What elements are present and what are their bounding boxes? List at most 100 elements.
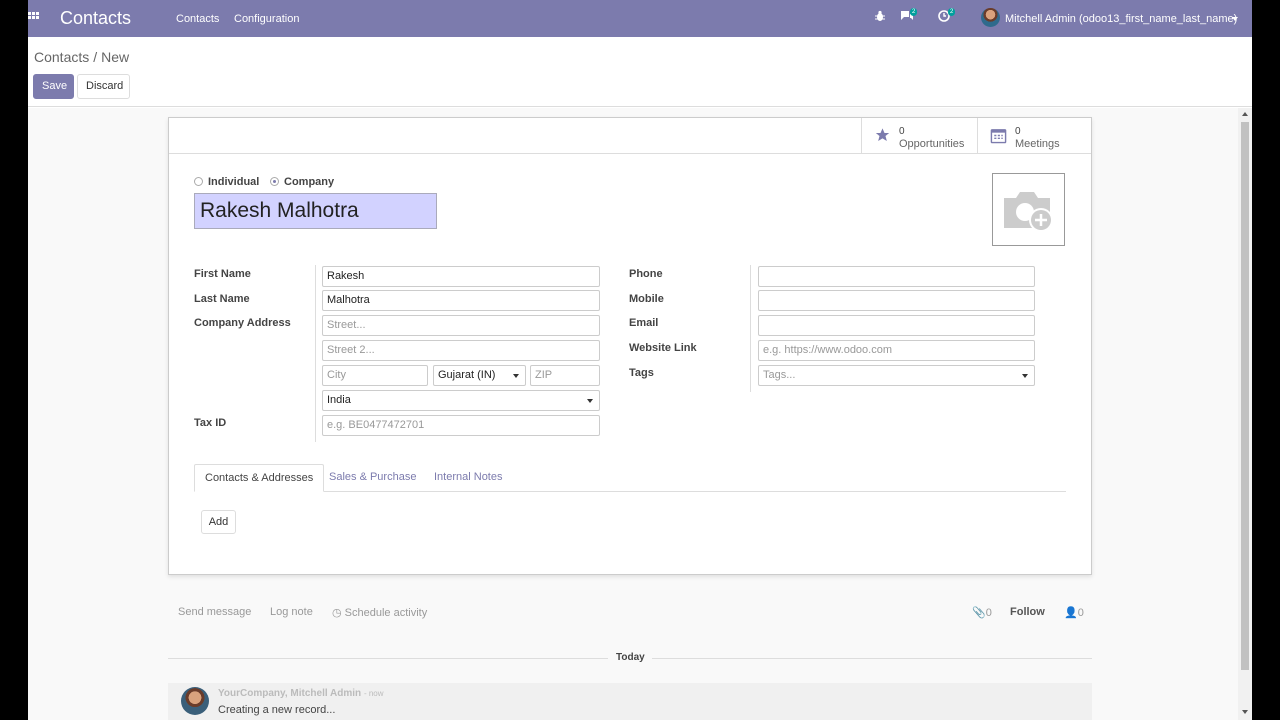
followers-button[interactable]: 👤0 <box>1064 606 1084 619</box>
meetings-button[interactable]: 0 Meetings <box>977 118 1091 153</box>
chatter-message: YourCompany, Mitchell Admin - now Creati… <box>168 683 1092 720</box>
mobile-input[interactable] <box>758 290 1035 311</box>
form-sheet: 0 Opportunities 0 Meetings Individual Co… <box>168 117 1092 575</box>
scroll-down-icon[interactable] <box>1242 710 1248 714</box>
save-button[interactable]: Save <box>33 74 74 99</box>
schedule-activity-label: Schedule activity <box>344 607 428 619</box>
camera-plus-icon <box>1004 192 1053 232</box>
calendar-icon <box>990 129 1007 144</box>
state-select[interactable]: Gujarat (IN) <box>433 365 526 386</box>
messages-icon[interactable]: 2 <box>900 8 918 26</box>
label-divider <box>315 265 316 442</box>
debug-bug-icon[interactable] <box>875 10 885 26</box>
clock-icon: ◷ <box>332 607 345 619</box>
company-radio[interactable]: Company <box>270 176 334 188</box>
user-avatar[interactable] <box>981 8 1000 27</box>
last-name-label: Last Name <box>194 293 250 305</box>
image-upload[interactable] <box>992 173 1065 246</box>
attachments-button[interactable]: 📎0 <box>972 606 992 619</box>
today-separator: Today <box>614 652 647 663</box>
author-avatar <box>181 687 209 715</box>
first-name-input[interactable]: Rakesh <box>322 266 600 287</box>
opportunities-label: Opportunities <box>899 138 965 150</box>
attachments-count: 0 <box>985 607 992 619</box>
tags-placeholder: Tags... <box>763 369 796 381</box>
radio-unchecked-icon <box>194 177 203 186</box>
discard-button[interactable]: Discard <box>77 74 130 99</box>
apps-menu-icon[interactable] <box>28 12 39 23</box>
individual-label: Individual <box>208 176 260 188</box>
smart-button-box: 0 Opportunities 0 Meetings <box>169 118 1091 154</box>
radio-checked-icon <box>270 177 279 186</box>
meetings-count: 0 <box>1015 126 1021 137</box>
tab-sales-purchase[interactable]: Sales & Purchase <box>319 464 426 492</box>
country-value: India <box>327 394 351 406</box>
chevron-down-icon <box>1022 374 1028 378</box>
activities-clock-icon[interactable]: 2 <box>938 8 956 26</box>
app-brand[interactable]: Contacts <box>60 8 131 29</box>
paperclip-icon: 📎 <box>972 607 986 619</box>
meetings-label: Meetings <box>1015 138 1060 150</box>
user-menu[interactable]: Mitchell Admin (odoo13_first_name_last_n… <box>1005 13 1237 25</box>
scroll-up-icon[interactable] <box>1242 112 1248 116</box>
state-value: Gujarat (IN) <box>438 369 496 381</box>
messages-badge: 2 <box>910 8 918 16</box>
star-icon <box>875 128 890 141</box>
phone-input[interactable] <box>758 266 1035 287</box>
website-input[interactable]: e.g. https://www.odoo.com <box>758 340 1035 361</box>
last-name-input[interactable]: Malhotra <box>322 290 600 311</box>
breadcrumb-separator: / <box>93 49 98 65</box>
opportunities-button[interactable]: 0 Opportunities <box>861 118 977 153</box>
label-divider <box>750 265 751 392</box>
log-note-button[interactable]: Log note <box>270 606 313 618</box>
street-input[interactable]: Street... <box>322 315 600 336</box>
mobile-label: Mobile <box>629 293 664 305</box>
send-message-button[interactable]: Send message <box>178 606 251 618</box>
zip-input[interactable]: ZIP <box>530 365 600 386</box>
scrollbar-thumb[interactable] <box>1241 122 1249 670</box>
tax-id-label: Tax ID <box>194 417 227 429</box>
breadcrumb-current: New <box>101 49 130 65</box>
control-panel: Contacts / New Save Discard <box>28 37 1252 107</box>
email-label: Email <box>629 317 659 329</box>
message-author: YourCompany, Mitchell Admin - now <box>218 688 384 699</box>
tab-contacts-addresses[interactable]: Contacts & Addresses <box>194 464 325 492</box>
chatter: Send message Log note ◷ Schedule activit… <box>28 585 1238 720</box>
first-name-label: First Name <box>194 268 251 280</box>
menu-configuration[interactable]: Configuration <box>234 13 299 25</box>
company-label: Company <box>284 176 335 188</box>
user-icon: 👤 <box>1064 607 1078 619</box>
chevron-down-icon <box>513 374 519 378</box>
tags-label: Tags <box>629 367 654 379</box>
street2-input[interactable]: Street 2... <box>322 340 600 361</box>
add-contact-button[interactable]: Add <box>201 510 236 534</box>
message-body: Creating a new record... <box>218 704 336 716</box>
breadcrumb-parent[interactable]: Contacts <box>34 49 89 65</box>
user-caret-icon[interactable] <box>1232 17 1238 21</box>
individual-radio[interactable]: Individual <box>194 176 259 188</box>
phone-label: Phone <box>629 268 663 280</box>
website-label: Website Link <box>629 342 697 354</box>
form-view: 0 Opportunities 0 Meetings Individual Co… <box>28 108 1238 720</box>
tab-internal-notes[interactable]: Internal Notes <box>424 464 512 492</box>
message-time: - now <box>363 689 384 698</box>
name-input[interactable]: Rakesh Malhotra <box>194 193 437 229</box>
company-address-label: Company Address <box>194 317 291 329</box>
schedule-activity-button[interactable]: ◷ Schedule activity <box>332 606 427 619</box>
tax-id-input[interactable]: e.g. BE0477472701 <box>322 415 600 436</box>
menu-contacts[interactable]: Contacts <box>176 13 219 25</box>
notebook-tabs: Contacts & Addresses Sales & Purchase In… <box>194 464 1066 492</box>
follow-button[interactable]: Follow <box>1010 606 1045 618</box>
scrollbar[interactable] <box>1238 108 1252 720</box>
opportunities-count: 0 <box>899 126 905 137</box>
city-input[interactable]: City <box>322 365 428 386</box>
author-name[interactable]: YourCompany, Mitchell Admin <box>218 688 361 699</box>
tags-input[interactable]: Tags... <box>758 365 1035 386</box>
activities-badge: 2 <box>948 8 956 16</box>
divider-left <box>168 658 608 659</box>
chevron-down-icon <box>587 399 593 403</box>
followers-count: 0 <box>1077 607 1084 619</box>
email-input[interactable] <box>758 315 1035 336</box>
breadcrumb: Contacts / New <box>34 49 129 65</box>
country-select[interactable]: India <box>322 390 600 411</box>
